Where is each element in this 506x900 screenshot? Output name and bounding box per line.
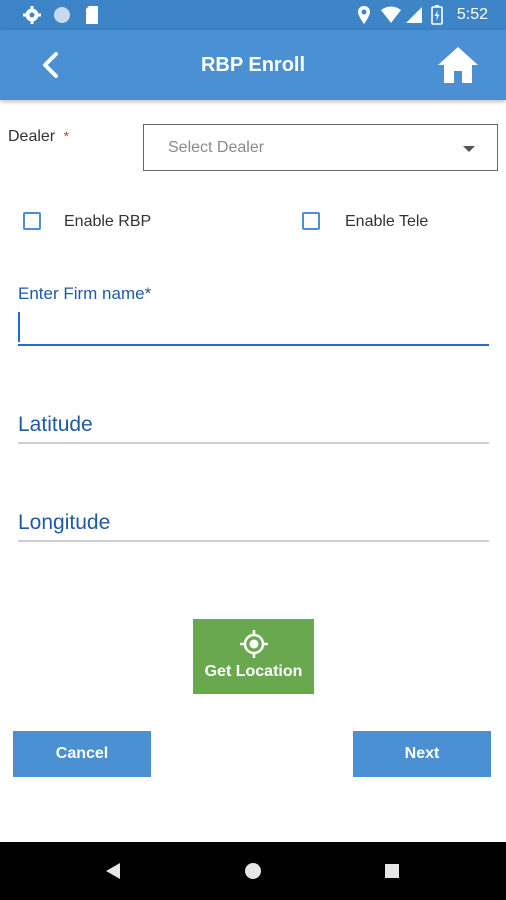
nav-recents-icon[interactable] <box>384 863 400 879</box>
enable-rbp-label: Enable RBP <box>64 213 152 230</box>
dealer-dropdown[interactable]: Select Dealer <box>143 124 498 171</box>
latitude-input[interactable]: Latitude <box>18 405 489 445</box>
latitude-underline <box>18 442 489 444</box>
sim-card-icon <box>86 6 98 24</box>
nav-back-icon[interactable] <box>104 862 122 880</box>
page-title: RBP Enroll <box>200 54 306 76</box>
dropdown-arrow-icon <box>463 146 475 152</box>
system-nav-bar <box>0 842 506 900</box>
dealer-label: Dealer * <box>8 128 69 146</box>
app-bar: RBP Enroll <box>0 30 506 100</box>
firm-name-input[interactable] <box>18 308 489 346</box>
longitude-underline <box>18 540 489 542</box>
get-location-label: Get Location <box>204 663 303 680</box>
circle-status-icon <box>54 7 70 23</box>
text-cursor <box>18 312 20 342</box>
enable-tele-label: Enable Tele <box>345 213 429 230</box>
nav-home-icon[interactable] <box>244 862 262 880</box>
battery-icon <box>431 5 443 25</box>
required-mark: * <box>63 128 70 144</box>
firm-name-label: Enter Firm name* <box>18 284 152 303</box>
enable-tele-checkbox[interactable] <box>302 212 320 230</box>
signal-icon <box>406 7 422 23</box>
home-icon[interactable] <box>436 45 480 85</box>
wifi-icon <box>381 6 401 23</box>
dealer-label-text: Dealer <box>8 128 56 145</box>
status-time: 5:52 <box>456 6 488 23</box>
latitude-label: Latitude <box>18 413 93 436</box>
status-bar: 5:52 <box>0 0 506 30</box>
enable-rbp-checkbox[interactable] <box>23 212 41 230</box>
firm-name-underline <box>18 344 489 346</box>
location-icon <box>358 6 370 24</box>
next-button[interactable]: Next <box>353 731 491 777</box>
cancel-button[interactable]: Cancel <box>13 731 151 777</box>
longitude-input[interactable]: Longitude <box>18 503 489 543</box>
longitude-label: Longitude <box>18 511 111 534</box>
settings-icon <box>23 6 41 24</box>
gps-target-icon <box>240 630 268 658</box>
dealer-placeholder: Select Dealer <box>168 139 265 156</box>
get-location-button[interactable]: Get Location <box>193 619 314 694</box>
